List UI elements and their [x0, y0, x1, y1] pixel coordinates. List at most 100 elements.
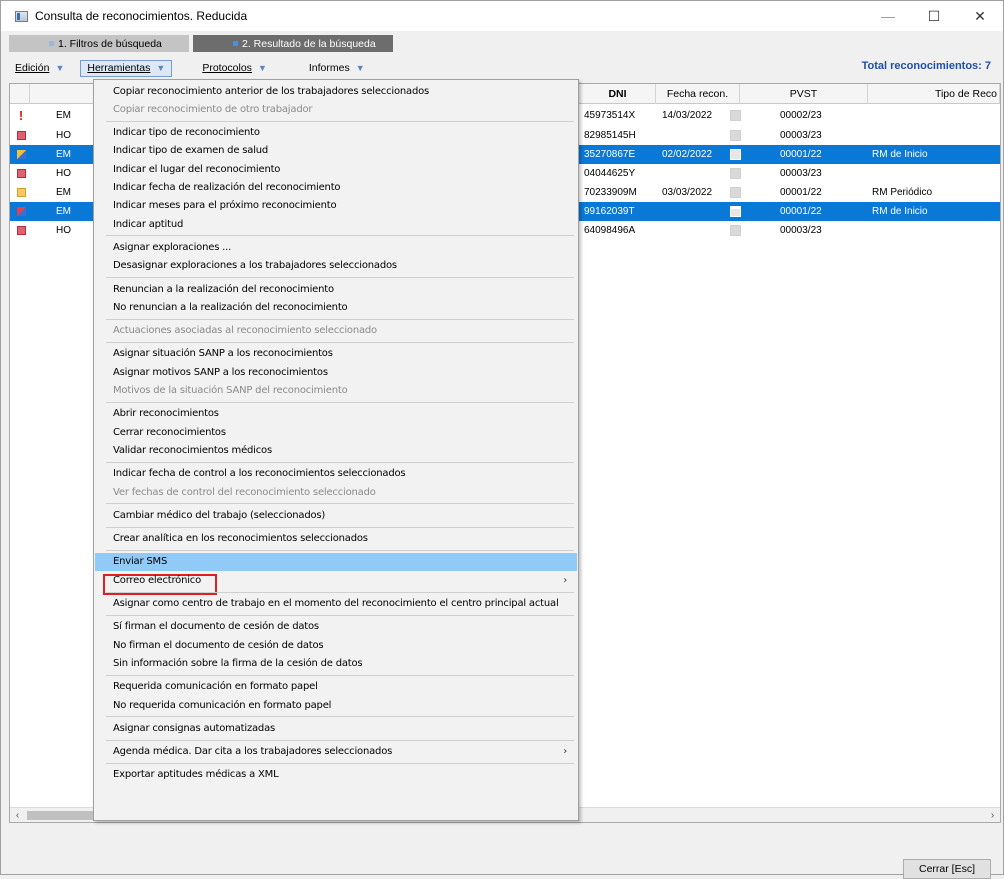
menu-item[interactable]: Indicar tipo de examen de salud — [95, 142, 577, 160]
header-dni[interactable]: DNI — [580, 84, 656, 104]
menu-item[interactable]: Copiar reconocimiento anterior de los tr… — [95, 82, 577, 100]
tab-filtros[interactable]: 1. Filtros de búsqueda — [9, 35, 189, 52]
menu-item[interactable]: No requerida comunicación en formato pap… — [95, 696, 577, 714]
cell-col2: HO — [56, 130, 71, 141]
cell-col2: EM — [56, 110, 71, 121]
menu-item[interactable]: Asignar como centro de trabajo en el mom… — [95, 595, 577, 613]
menu-item-label: Indicar tipo de reconocimiento — [113, 127, 260, 139]
menu-item[interactable]: Indicar meses para el próximo reconocimi… — [95, 197, 577, 215]
scroll-left-icon[interactable]: ‹ — [10, 808, 25, 822]
menu-item[interactable]: Enviar SMS — [95, 552, 577, 571]
menu-item-label: No firman el documento de cesión de dato… — [113, 639, 324, 651]
date-picker-icon[interactable] — [730, 126, 744, 145]
menu-item[interactable]: Indicar el lugar del reconocimiento — [95, 160, 577, 178]
cell-dni: 64098496A — [584, 225, 636, 236]
menu-label: Herramientas — [87, 62, 151, 74]
cell-fecha — [662, 164, 718, 183]
menu-item[interactable]: Indicar tipo de reconocimiento — [95, 124, 577, 142]
tab-bar: 1. Filtros de búsqueda 2. Resultado de l… — [1, 33, 1003, 53]
menu-separator — [106, 277, 574, 278]
menu-edicion[interactable]: Edición ▼ — [9, 60, 70, 77]
menu-item[interactable]: Cambiar médico del trabajo (seleccionado… — [95, 506, 577, 524]
scroll-right-icon[interactable]: › — [985, 808, 1000, 822]
menu-item-label: Abrir reconocimientos — [113, 408, 219, 420]
cell-fecha — [662, 126, 718, 145]
tab-resultado[interactable]: 2. Resultado de la búsqueda — [193, 35, 393, 52]
menu-item[interactable]: Correo electrónico › — [95, 571, 577, 589]
header-tipo[interactable]: Tipo de Reco — [868, 84, 1000, 104]
menu-item[interactable]: Renuncian a la realización del reconocim… — [95, 280, 577, 298]
submenu-arrow-icon: › — [563, 746, 567, 758]
status-icon — [14, 183, 28, 202]
status-icon — [14, 202, 28, 221]
menu-item[interactable]: Abrir reconocimientos — [95, 405, 577, 423]
menu-protocolos[interactable]: Protocolos ▼ — [196, 60, 273, 77]
maximize-button[interactable]: ☐ — [911, 1, 957, 31]
menu-item[interactable]: Requerida comunicación en formato papel — [95, 678, 577, 696]
menu-item[interactable]: Crear analítica en los reconocimientos s… — [95, 530, 577, 548]
cell-dni: 82985145H — [584, 130, 636, 141]
menu-separator — [106, 120, 574, 122]
app-icon — [15, 10, 28, 22]
window-title: Consulta de reconocimientos. Reducida — [35, 9, 248, 23]
menu-item: Copiar reconocimiento de otro trabajador — [95, 100, 577, 118]
menu-item[interactable]: Agenda médica. Dar cita a los trabajador… — [95, 743, 577, 761]
menu-item[interactable]: Validar reconocimientos médicos — [95, 441, 577, 459]
cell-tipo: RM de Inicio — [872, 206, 928, 217]
header-pvst[interactable]: PVST — [740, 84, 868, 104]
cell-col2: EM — [56, 187, 71, 198]
menu-item: Actuaciones asociadas al reconocimiento … — [95, 322, 577, 340]
menu-item[interactable]: Indicar fecha de realización del reconoc… — [95, 179, 577, 197]
header-col2 — [30, 84, 94, 104]
menu-item[interactable]: No renuncian a la realización del recono… — [95, 298, 577, 316]
cell-dni: 35270867E — [584, 149, 636, 160]
menu-item-label: Enviar SMS — [113, 556, 168, 568]
menu-item[interactable]: Indicar aptitud — [95, 215, 577, 233]
minimize-button[interactable]: — — [865, 1, 911, 31]
menu-item[interactable]: Asignar exploraciones ... — [95, 238, 577, 256]
menu-item[interactable]: Exportar aptitudes médicas a XML — [95, 766, 577, 784]
date-picker-icon[interactable] — [730, 183, 744, 202]
menu-label: Informes — [308, 62, 350, 74]
menu-item[interactable]: No firman el documento de cesión de dato… — [95, 636, 577, 654]
cell-col2: HO — [56, 168, 71, 179]
menu-informes[interactable]: Informes ▼ — [303, 60, 371, 77]
tab-dot-icon — [49, 41, 54, 46]
date-picker-icon[interactable] — [730, 164, 744, 183]
status-icon — [14, 164, 28, 183]
menu-item-label: Asignar exploraciones ... — [113, 241, 232, 253]
menu-item-label: Requerida comunicación en formato papel — [113, 681, 318, 693]
menu-item[interactable]: Sin información sobre la firma de la ces… — [95, 654, 577, 672]
menu-item-label: Indicar fecha de realización del reconoc… — [113, 182, 341, 193]
menu-herramientas[interactable]: Herramientas ▼ — [80, 59, 173, 77]
menu-item[interactable]: Cerrar reconocimientos — [95, 423, 577, 441]
menu-separator — [106, 235, 574, 237]
cell-pvst: 00003/23 — [780, 168, 822, 179]
cell-col2: HO — [56, 225, 71, 236]
menu-item[interactable]: Desasignar exploraciones a los trabajado… — [95, 257, 577, 275]
date-picker-icon[interactable] — [730, 106, 744, 125]
date-picker-icon[interactable] — [730, 221, 744, 240]
menu-item[interactable]: Indicar fecha de control a los reconocim… — [95, 465, 577, 483]
menu-item[interactable]: Asignar consignas automatizadas — [95, 719, 577, 737]
menu-item[interactable]: Sí firman el documento de cesión de dato… — [95, 618, 577, 636]
menu-item[interactable]: Asignar situación SANP a los reconocimie… — [95, 345, 577, 363]
menu-item[interactable]: Asignar motivos SANP a los reconocimient… — [95, 363, 577, 381]
close-button[interactable]: Cerrar [Esc] — [903, 859, 991, 879]
menu-item-label: Indicar fecha de control a los reconocim… — [113, 468, 406, 480]
menu-item-label: Exportar aptitudes médicas a XML — [113, 769, 279, 781]
menu-bar: Edición ▼ Herramientas ▼ Protocolos ▼ In… — [9, 58, 1001, 78]
menu-item-label: Asignar situación SANP a los reconocimie… — [113, 348, 333, 360]
menu-item-label: Crear analítica en los reconocimientos s… — [113, 533, 368, 545]
date-picker-icon[interactable] — [730, 145, 744, 164]
cell-dni: 99162039T — [584, 206, 635, 217]
cell-tipo: RM Periódico — [872, 187, 933, 198]
menu-separator — [106, 716, 574, 718]
date-picker-icon[interactable] — [730, 202, 744, 221]
cell-fecha: 02/02/2022 — [662, 149, 713, 160]
header-fecha[interactable]: Fecha recon. — [656, 84, 740, 104]
submenu-arrow-icon: › — [563, 574, 567, 586]
menu-label: Protocolos — [202, 62, 252, 74]
close-window-button[interactable]: ✕ — [957, 1, 1003, 31]
menu-separator — [106, 526, 574, 528]
